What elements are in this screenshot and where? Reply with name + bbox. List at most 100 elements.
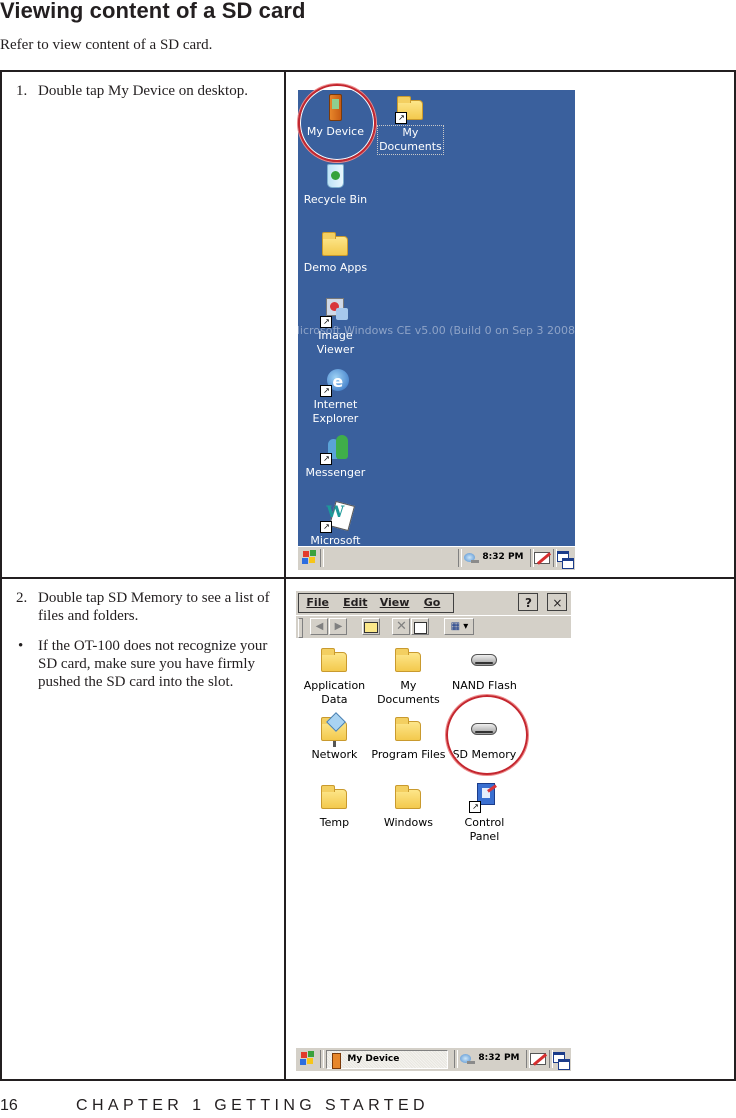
item-label: Data	[321, 693, 348, 706]
menu-bar: File Edit View Go ? ×	[296, 591, 572, 615]
step-number: 2.	[16, 590, 28, 606]
input-panel-icon[interactable]	[530, 1051, 548, 1067]
menu-file[interactable]: File	[299, 594, 336, 612]
up-folder-icon	[364, 622, 379, 633]
item-label: Program Files	[371, 748, 446, 761]
page-footer: 16 CHAPTER 1 GETTING STARTED	[0, 1097, 429, 1115]
item-label: Windows	[383, 816, 433, 829]
folder-icon	[393, 783, 423, 811]
step-text: Double tap SD Memory to see a list of fi…	[38, 590, 270, 624]
steps-table: 1. Double tap My Device on desktop. My D…	[0, 70, 736, 1081]
network-icon	[319, 712, 349, 747]
step-row: 2. Double tap SD Memory to see a list of…	[0, 577, 736, 1081]
taskbar-task-my-device[interactable]: My Device	[326, 1050, 449, 1069]
toolbar-grip[interactable]	[298, 618, 304, 638]
file-explorer-window: File Edit View Go ? × ◀ ▶ ✕ ▦ ▾ Applicat…	[296, 591, 572, 1071]
highlight-circle	[446, 695, 529, 775]
folder-icon	[319, 783, 349, 811]
folder-program-files[interactable]: Program Files	[370, 715, 446, 762]
input-panel-icon[interactable]	[534, 550, 552, 566]
internet-explorer-icon: e ↗	[320, 367, 350, 397]
back-button[interactable]: ◀	[310, 618, 329, 635]
desktop-icon-image-viewer[interactable]: ↗ Image Viewer	[298, 298, 375, 357]
window-switcher-icon[interactable]	[557, 550, 575, 569]
help-button[interactable]: ?	[518, 593, 539, 611]
folder-shortcut-icon: ↗	[395, 94, 425, 124]
folder-network[interactable]: Network	[296, 712, 372, 762]
item-label: Panel	[469, 830, 500, 843]
step-note: • If the OT-100 does not recognize your …	[2, 625, 284, 691]
toolbar: ◀ ▶ ✕ ▦ ▾	[296, 616, 572, 638]
shortcut-control-panel[interactable]: ↗ Control Panel	[446, 783, 522, 844]
folder-icon	[320, 230, 350, 258]
folder-temp[interactable]: Temp	[296, 783, 372, 830]
properties-icon	[413, 622, 427, 634]
icon-label: My	[402, 126, 419, 139]
item-label: Control	[464, 816, 505, 829]
desktop-icon-messenger[interactable]: ↗ Messenger	[298, 435, 375, 480]
list-view-icon: ▦	[450, 621, 461, 632]
network-status-icon[interactable]	[459, 1051, 476, 1067]
icon-label: Messenger	[305, 466, 366, 479]
folder-icon	[319, 646, 349, 674]
desktop-icon-internet-explorer[interactable]: e ↗ Internet Explorer	[298, 367, 375, 426]
item-label: Network	[311, 748, 358, 761]
taskbar-clock[interactable]: 8:32 PM	[478, 1053, 519, 1063]
menu-view[interactable]: View	[373, 594, 417, 612]
chapter-title: CHAPTER 1 GETTING STARTED	[76, 1097, 429, 1114]
taskbar: 8:32 PM	[298, 546, 576, 570]
delete-button[interactable]: ✕	[392, 618, 411, 635]
item-label: NAND Flash	[452, 679, 517, 692]
drive-nand-flash[interactable]: NAND Flash	[446, 646, 522, 693]
menu-go[interactable]: Go	[417, 594, 454, 612]
view-mode-dropdown[interactable]: ▦ ▾	[444, 618, 475, 635]
close-button[interactable]: ×	[547, 593, 568, 611]
folder-icon	[393, 646, 423, 674]
menu-edit[interactable]: Edit	[336, 594, 373, 612]
forward-button[interactable]: ▶	[329, 618, 348, 635]
page-number: 16	[0, 1097, 18, 1114]
step-row: 1. Double tap My Device on desktop. My D…	[0, 70, 736, 579]
step-number: 1.	[16, 83, 28, 99]
step-screenshot-cell: File Edit View Go ? × ◀ ▶ ✕ ▦ ▾ Applicat…	[284, 577, 736, 1081]
icon-label: Documents	[379, 140, 442, 153]
taskbar: My Device 8:32 PM	[296, 1047, 572, 1071]
icon-label: Internet	[313, 398, 358, 411]
desktop-icon-my-documents[interactable]: ↗ My Documents	[370, 94, 450, 155]
control-panel-icon: ↗	[469, 783, 499, 813]
image-viewer-icon: ↗	[320, 298, 350, 328]
pda-device-icon	[332, 1053, 342, 1069]
step-text-cell: 2. Double tap SD Memory to see a list of…	[0, 577, 287, 1081]
task-label: My Device	[347, 1054, 400, 1064]
item-label: Application	[303, 679, 366, 692]
up-folder-button[interactable]	[362, 618, 381, 635]
taskbar-clock[interactable]: 8:32 PM	[482, 552, 523, 562]
icon-label: Image	[318, 329, 353, 342]
item-label: Documents	[377, 693, 440, 706]
properties-button[interactable]	[411, 618, 430, 635]
network-status-icon[interactable]	[463, 550, 480, 566]
item-label: My	[400, 679, 417, 692]
window-switcher-icon[interactable]	[553, 1051, 571, 1070]
folder-windows[interactable]: Windows	[370, 783, 446, 830]
page-heading: Viewing content of a SD card	[0, 0, 306, 23]
folder-application-data[interactable]: Application Data	[296, 646, 372, 707]
item-label: Temp	[319, 816, 350, 829]
step-text: Double tap My Device on desktop.	[38, 83, 248, 99]
step-instruction: 1. Double tap My Device on desktop.	[2, 72, 284, 100]
desktop-icon-microsoft-wordpad[interactable]: W ↗ Microsoft	[298, 500, 375, 548]
desktop-icon-demo-apps[interactable]: Demo Apps	[298, 230, 375, 275]
step-screenshot-cell: My Device ↗ My Documents Recycle Bin Dem…	[284, 70, 736, 579]
folder-my-documents[interactable]: My Documents	[370, 646, 446, 707]
start-button[interactable]	[302, 550, 318, 566]
folder-icon	[393, 715, 423, 743]
intro-text: Refer to view content of a SD card.	[0, 37, 213, 53]
start-button[interactable]	[300, 1051, 316, 1067]
bullet-icon: •	[18, 638, 24, 654]
messenger-icon: ↗	[320, 435, 350, 465]
wince-desktop: My Device ↗ My Documents Recycle Bin Dem…	[298, 90, 576, 570]
recycle-bin-icon	[320, 162, 350, 190]
wordpad-icon: W ↗	[320, 500, 356, 533]
step-text-cell: 1. Double tap My Device on desktop.	[0, 70, 287, 579]
desktop-icon-recycle-bin[interactable]: Recycle Bin	[298, 162, 375, 207]
